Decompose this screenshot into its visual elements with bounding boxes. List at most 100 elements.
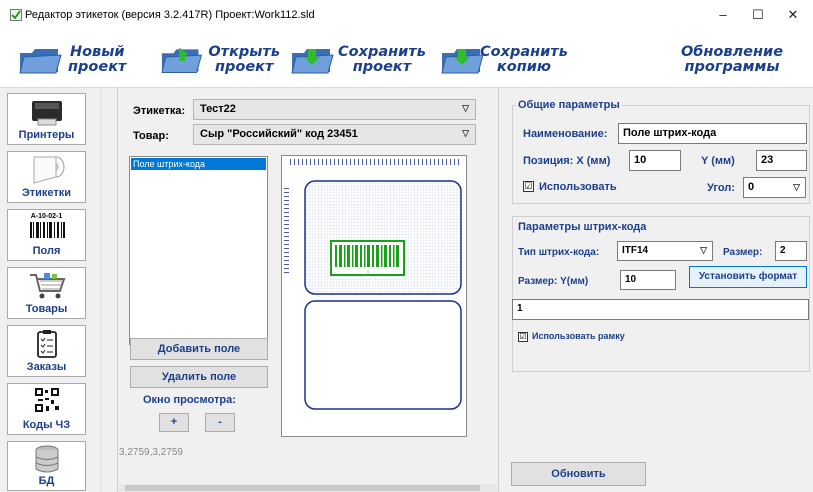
cursor-coords: 3,2759,3,2759 — [119, 447, 183, 458]
preview-canvas: 1 — [284, 159, 462, 410]
open-project-line2: проект — [214, 59, 274, 75]
qr-code-icon — [35, 388, 59, 412]
sidebar-label-database: БД — [38, 475, 55, 487]
label-preview[interactable]: 1 — [281, 155, 467, 437]
barcode-caption: 1 — [367, 270, 369, 274]
name-field[interactable]: Поле штрих-кода — [618, 123, 807, 144]
save-project-button[interactable]: Сохранить проект — [290, 38, 435, 82]
label-roll-icon — [33, 156, 65, 184]
position-y-caption: Y (мм) — [701, 155, 735, 167]
barcode-icon — [30, 222, 65, 238]
new-project-line1: Новый — [69, 44, 125, 60]
sidebar-item-database[interactable]: БД — [7, 441, 86, 491]
fields-caption: A-10-02-1 — [30, 213, 63, 220]
sidebar-label-orders: Заказы — [26, 361, 67, 373]
preview-window-caption: Окно просмотра: — [143, 394, 236, 406]
sidebar-item-labels[interactable]: Этикетки — [7, 151, 86, 203]
close-button[interactable]: ✕ — [778, 4, 808, 26]
remove-field-button[interactable]: Удалить поле — [130, 366, 268, 388]
title-bar: Редактор этикеток (версия 3.2.417R) Прое… — [0, 0, 813, 30]
printer-icon — [32, 101, 62, 126]
refresh-button[interactable]: Обновить — [511, 462, 646, 486]
use-frame-caption: Использовать рамку — [532, 331, 625, 341]
general-params-title: Общие параметры — [516, 99, 622, 111]
sidebar-label-printers: Принтеры — [18, 129, 75, 141]
open-project-button[interactable]: Открыть проект — [160, 38, 280, 82]
chevron-down-icon: ▽ — [462, 128, 469, 138]
size-y-caption: Размер: Y(мм) — [518, 276, 589, 287]
label-caption: Этикетка: — [133, 105, 186, 117]
chevron-down-icon: ▽ — [462, 103, 469, 113]
zoom-out-button[interactable]: - — [205, 413, 235, 432]
sidebar-item-codes[interactable]: Коды ЧЗ — [7, 383, 86, 435]
horizontal-scrollbar[interactable] — [119, 484, 497, 492]
barcode-size-field[interactable]: 2 — [775, 241, 807, 261]
save-project-line2: проект — [352, 59, 412, 75]
fields-list[interactable]: Поле штрих-кода — [129, 156, 268, 345]
sidebar: Принтеры Этикетки A-10-02-1 Поля Товары … — [0, 88, 118, 492]
save-copy-line2: копию — [496, 59, 551, 75]
sidebar-item-fields[interactable]: A-10-02-1 Поля — [7, 209, 86, 261]
angle-value: 0 — [748, 181, 755, 193]
save-folder-icon — [291, 49, 334, 74]
zoom-in-button[interactable]: + — [159, 413, 189, 432]
clipboard-icon — [37, 330, 57, 358]
size-y-field[interactable]: 10 — [620, 270, 676, 290]
save-copy-button[interactable]: Сохранить копию — [440, 38, 585, 82]
chevron-down-icon: ▽ — [793, 182, 800, 192]
new-project-button[interactable]: Новый проект — [18, 38, 138, 82]
chevron-down-icon: ▽ — [700, 245, 707, 255]
save-project-line1: Сохранить — [338, 44, 426, 60]
sidebar-item-printers[interactable]: Принтеры — [7, 93, 86, 145]
save-copy-folder-icon — [441, 49, 484, 74]
set-format-button[interactable]: Установить формат — [689, 266, 807, 288]
toolbar: Новый проект Открыть проект Сохранить пр… — [0, 30, 813, 88]
position-y-field[interactable]: 23 — [756, 150, 807, 171]
sidebar-label-codes: Коды ЧЗ — [22, 419, 71, 431]
barcode-type-caption: Тип штрих-кода: — [518, 247, 600, 258]
app-check-icon — [10, 9, 22, 21]
cart-icon — [30, 273, 66, 299]
angle-select[interactable]: 0 ▽ — [743, 177, 806, 198]
properties-panel: Общие параметры Наименование: Поле штрих… — [498, 88, 813, 492]
save-copy-line1: Сохранить — [480, 44, 568, 60]
update-program-button[interactable]: Обновление программы — [672, 38, 802, 82]
barcode-type-value: ITF14 — [622, 245, 649, 256]
open-folder-icon — [161, 47, 203, 73]
update-line1: Обновление — [680, 44, 784, 60]
database-icon — [35, 445, 59, 473]
add-field-button[interactable]: Добавить поле — [130, 338, 268, 360]
update-line2: программы — [684, 59, 780, 75]
product-select-value: Сыр "Российский" код 23451 — [200, 128, 358, 140]
maximize-button[interactable]: ☐ — [743, 4, 773, 26]
product-select[interactable]: Сыр "Российский" код 23451 ▽ — [193, 124, 476, 145]
position-x-field[interactable]: 10 — [629, 150, 681, 171]
label-editor-panel: Этикетка: Тест22 ▽ Товар: Сыр "Российски… — [119, 88, 497, 492]
barcode-params-title: Параметры штрих-кода — [516, 221, 649, 233]
folder-icon — [19, 49, 62, 74]
use-caption: Использовать — [539, 181, 617, 193]
name-caption: Наименование: — [523, 128, 608, 140]
scroll-thumb[interactable] — [125, 485, 480, 491]
use-checkbox[interactable]: ☑ — [523, 181, 534, 192]
label-select-value: Тест22 — [200, 103, 236, 115]
sidebar-item-products[interactable]: Товары — [7, 267, 86, 319]
angle-caption: Угол: — [707, 182, 735, 194]
barcode-params-group — [512, 216, 810, 372]
new-project-line2: проект — [68, 59, 127, 75]
window-title: Редактор этикеток (версия 3.2.417R) Прое… — [25, 9, 315, 21]
open-project-line1: Открыть — [208, 44, 280, 60]
minimize-button[interactable]: – — [708, 4, 738, 26]
sidebar-label-labels: Этикетки — [21, 187, 72, 199]
barcode-type-select[interactable]: ITF14 ▽ — [617, 241, 713, 261]
barcode-data-field[interactable]: 1 — [512, 299, 809, 320]
product-caption: Товар: — [133, 130, 169, 142]
use-frame-checkbox[interactable]: ☑ — [518, 332, 528, 342]
sidebar-scrollbar[interactable] — [100, 88, 117, 492]
position-caption: Позиция: X (мм) — [523, 155, 611, 167]
barcode-size-caption: Размер: — [723, 247, 763, 258]
label-select[interactable]: Тест22 ▽ — [193, 99, 476, 120]
sidebar-item-orders[interactable]: Заказы — [7, 325, 86, 377]
list-item[interactable]: Поле штрих-кода — [131, 158, 266, 170]
sidebar-label-fields: Поля — [32, 245, 61, 257]
